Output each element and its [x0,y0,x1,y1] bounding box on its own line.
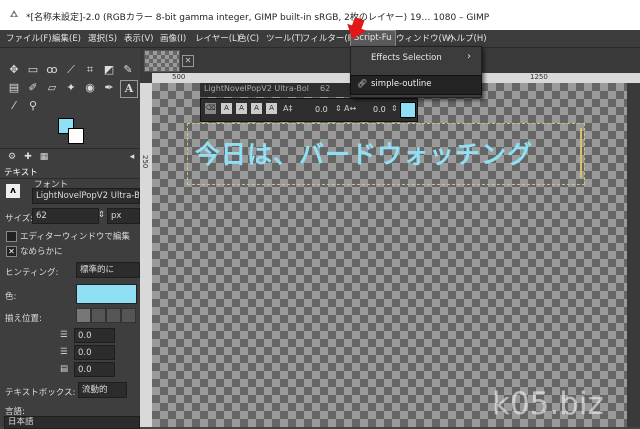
window-title: *[名称未設定]-2.0 (RGBカラー 8-bit gamma integer… [26,13,490,23]
script-icon: 🔗︎ [357,79,368,88]
clear-style-icon[interactable]: ⌫ [205,103,216,114]
justify-right-icon[interactable] [91,308,106,323]
tool-options-title: テキスト [4,168,38,178]
transform-icon[interactable]: ◩ [101,62,117,78]
kerning-icon: ⇕ [335,104,342,113]
use-editor-label: エディターウィンドウで編集 [20,232,130,242]
title-bar: *[名称未設定]-2.0 (RGBカラー 8-bit gamma integer… [0,0,640,30]
color-label: 色: [5,292,17,302]
indent-field[interactable]: 0.0 [74,328,115,343]
justify-center-icon[interactable] [106,308,121,323]
strikethrough-icon[interactable]: A [266,103,277,114]
size-spin-icon[interactable]: ⇕ [98,210,105,220]
text-color-swatch[interactable] [400,102,416,118]
use-editor-checkbox[interactable] [6,231,17,242]
fuzzy-select-icon[interactable]: ⟋ [63,62,79,78]
antialias-label: なめらかに [20,247,63,257]
gimp-app-icon [10,10,18,17]
watermark: k05.biz [492,386,604,422]
text-toolbox-size[interactable]: 62 [320,84,330,93]
image-tab-thumbnail[interactable] [144,50,180,72]
menu-item-highlighted[interactable]: 🔗︎ simple-outline [350,75,482,95]
text-cursor [580,128,582,178]
ruler-label: 500 [172,73,186,81]
justify-fill-icon[interactable] [121,308,136,323]
paint-bucket-icon[interactable]: ▤ [6,80,22,96]
ruler-label: 1250 [530,73,548,81]
font-preview-icon[interactable]: ʌ [6,184,20,198]
menu-windows[interactable]: ウィンドウ(W) [396,32,454,44]
kerning-spin-icon: ⇕ [391,104,398,113]
color-picker-icon[interactable]: ⁄ [6,98,22,114]
menu-file[interactable]: ファイル(F) [6,32,52,44]
close-tab-icon[interactable]: ✕ [182,55,194,67]
hinting-label: ヒンティング: [5,268,59,278]
text-tool-icon[interactable]: A [120,80,138,98]
warp-icon[interactable]: ✎ [120,62,136,78]
size-label: サイズ: [5,214,34,224]
underline-icon[interactable]: A [251,103,262,114]
italic-icon[interactable]: A [236,103,247,114]
baseline-field[interactable]: 0.0 [315,105,328,114]
text-color-button[interactable] [76,284,137,304]
vertical-scrollbar[interactable] [627,83,640,427]
submenu-arrow-icon: › [467,51,471,62]
menu-item-simple-outline[interactable]: simple-outline [371,79,432,89]
indent-icon: ☰ [60,330,68,340]
menu-item-effects-selection[interactable]: Effects Selection [371,53,442,63]
text-toolbox: ⌫ A A A A A‡ 0.0 ⇕ A↔ 0.0 ⇕ [200,98,418,122]
justify-label: 揃え位置: [5,314,42,324]
crop-icon[interactable]: ⌗ [82,62,98,78]
lasso-icon[interactable]: ꝏ [44,62,60,78]
kerning-arrows-icon: A↔ [344,104,357,113]
letter-spacing-field[interactable]: 0.0 [74,362,115,377]
rect-select-icon[interactable]: ▭ [25,62,41,78]
device-status-tab-icon[interactable]: ✚ [20,149,36,165]
move-tool-icon[interactable]: ✥ [6,62,22,78]
path-icon[interactable]: ✒ [101,80,117,96]
language-field[interactable]: 日本語 [4,416,140,429]
hinting-select[interactable]: 標準的に [76,262,140,278]
menu-view[interactable]: 表示(V) [124,32,153,44]
airbrush-icon[interactable]: ✦ [63,80,79,96]
undo-history-tab-icon[interactable]: ▦ [36,149,52,165]
textbox-select[interactable]: 流動的 [78,382,127,398]
canvas-text-layer[interactable]: 今日は、バードウォッチング [195,135,533,171]
size-field[interactable]: 62 [32,208,99,224]
bold-icon[interactable]: A [221,103,232,114]
toolbox-dock: ✥ ▭ ꝏ ⟋ ⌗ ◩ ✎ ▤ ✐ ▱ ✦ ◉ ✒ A ⁄ ⚲ ⚙ ✚ ▦ ◂ … [0,48,140,429]
text-toolbox-font[interactable]: LightNovelPopV2 Ultra-Bol [204,84,309,93]
antialias-checkbox[interactable]: ✕ [6,246,17,257]
line-spacing-icon: ☰ [60,347,68,357]
ruler-label: 250 [141,155,149,169]
menu-edit[interactable]: 編集(E) [52,32,81,44]
menu-tools[interactable]: ツール(T) [266,32,303,44]
eraser-icon[interactable]: ▱ [44,80,60,96]
letter-spacing-icon: ▤ [60,364,69,374]
red-arrow-icon [347,18,366,40]
zoom-icon[interactable]: ⚲ [25,98,41,114]
kerning-field[interactable]: 0.0 [373,105,386,114]
menu-color[interactable]: 色(C) [238,32,259,44]
ruler-vertical: 250 [140,83,152,427]
line-spacing-field[interactable]: 0.0 [74,345,115,360]
panel-menu-icon[interactable]: ◂ [124,149,140,165]
menu-image[interactable]: 画像(I) [160,32,186,44]
paintbrush-icon[interactable]: ✐ [25,80,41,96]
tool-options-tab-icon[interactable]: ⚙ [4,149,20,165]
menu-help[interactable]: ヘルプ(H) [448,32,487,44]
baseline-icon: A‡ [283,104,293,113]
size-unit-select[interactable]: px [107,208,140,224]
justify-left-icon[interactable] [76,308,91,323]
background-color-swatch[interactable] [68,128,84,144]
clone-icon[interactable]: ◉ [82,80,98,96]
font-field[interactable]: LightNovelPopV2 Ultra-Bold [32,188,140,204]
menu-select[interactable]: 選択(S) [88,32,117,44]
menu-layer[interactable]: レイヤー(L) [195,32,240,44]
textbox-label: テキストボックス: [5,388,76,398]
menu-bar: ファイル(F) 編集(E) 選択(S) 表示(V) 画像(I) レイヤー(L) … [0,30,640,48]
